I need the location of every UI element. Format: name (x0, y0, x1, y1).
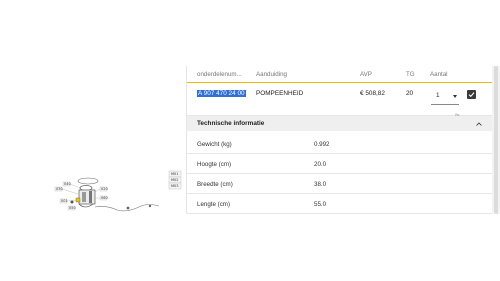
diagram-label[interactable]: M02 (171, 178, 178, 182)
table-header: onderdelenum... Aanduiding AVP TG Aantal (187, 66, 493, 83)
add-to-cart-checkbox[interactable] (467, 90, 476, 99)
checkmark-icon (468, 92, 475, 98)
spec-value: 38.0 (314, 181, 327, 188)
spec-label: Hoogte (cm) (197, 161, 232, 168)
tg-cell: 20 (406, 90, 414, 97)
parts-panel: onderdelenum... Aanduiding AVP TG Aantal… (186, 66, 493, 214)
table-row[interactable]: A 907 470 24 00 POMPEENHEID € 508,82 20 … (187, 83, 493, 116)
header-description[interactable]: Aanduiding (256, 71, 287, 78)
scrollbar-thumb[interactable] (494, 66, 498, 214)
chevron-down-icon[interactable] (453, 95, 457, 98)
price-cell: € 508,82 (360, 90, 385, 97)
quantity-select[interactable]: 1 (431, 90, 459, 105)
spec-row: Breedte (cm) 38.0 (187, 174, 493, 194)
header-part-number[interactable]: onderdelenum... (197, 71, 242, 78)
parts-diagram-drawing (54, 170, 182, 212)
spec-label: Lengte (cm) (197, 201, 231, 208)
diagram-label[interactable]: 020 (101, 187, 108, 191)
header-quantity[interactable]: Aantal (430, 71, 448, 78)
spec-label: Breedte (cm) (197, 181, 233, 188)
scrollbar[interactable] (492, 66, 500, 214)
spec-row: Hoogte (cm) 20.0 (187, 154, 493, 174)
chevron-up-icon[interactable] (476, 122, 482, 126)
header-tg[interactable]: TG (406, 71, 415, 78)
diagram-label[interactable]: 050 (69, 206, 76, 210)
diagram-label[interactable]: M03 (171, 184, 178, 188)
quantity-underline (431, 104, 459, 105)
diagram-label[interactable]: M01 (171, 172, 178, 176)
spec-value: 55.0 (314, 201, 327, 208)
part-number-cell[interactable]: A 907 470 24 00 (197, 90, 246, 97)
spec-label: Gewicht (kg) (197, 141, 232, 148)
spec-row: Gewicht (kg) 0.992 (187, 134, 493, 154)
description-cell: POMPEENHEID (256, 90, 304, 97)
diagram-label[interactable]: 030 (56, 187, 63, 191)
spec-row: Lengte (cm) 55.0 (187, 194, 493, 214)
diagram-label[interactable]: 040 (64, 182, 71, 186)
quantity-value: 1 (436, 92, 440, 99)
spec-value: 20.0 (314, 161, 327, 168)
header-price[interactable]: AVP (360, 71, 372, 78)
parts-diagram[interactable]: M01 M02 M03 030 040 001 050 020 060 (0, 60, 186, 220)
tech-info-title: Technische informatie (197, 120, 265, 127)
tech-info-header[interactable]: Technische informatie (187, 116, 493, 131)
diagram-label[interactable]: 060 (101, 196, 108, 200)
spec-value: 0.992 (314, 141, 330, 148)
diagram-label[interactable]: 001 (61, 199, 68, 203)
